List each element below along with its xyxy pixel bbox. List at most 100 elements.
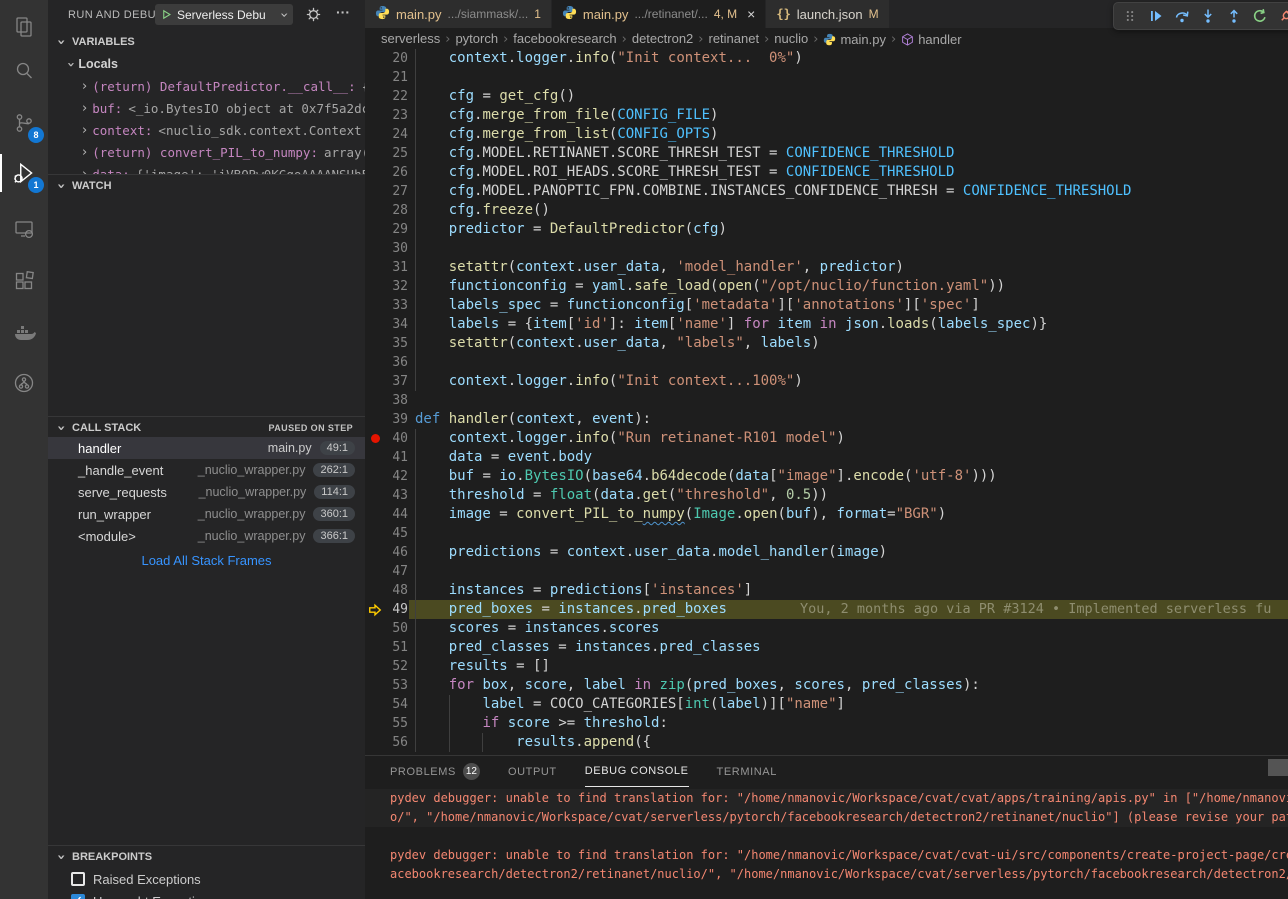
code-line-45[interactable]: 45 <box>365 524 1288 543</box>
variables-header[interactable]: › VARIABLES <box>48 31 365 53</box>
code-line-27[interactable]: 27 cfg.MODEL.PANOPTIC_FPN.COMBINE.INSTAN… <box>365 182 1288 201</box>
line-number[interactable]: 23 <box>365 106 408 125</box>
continue-icon[interactable] <box>1144 5 1168 27</box>
watch-header[interactable]: › WATCH <box>48 174 365 196</box>
line-number[interactable]: 42 <box>365 467 408 486</box>
variable-row[interactable]: ›(return) convert_PIL_to_numpy:array([[[… <box>48 141 365 163</box>
remote-explorer-icon[interactable] <box>0 205 48 253</box>
variable-row[interactable]: ›context:<nuclio_sdk.context.Context obj… <box>48 119 365 141</box>
tab-main-py-retinanet[interactable]: main.py .../retinanet/... 4, M × <box>552 0 766 28</box>
breakpoint-row[interactable]: ✓Uncaught Exceptions <box>48 890 365 899</box>
debug-config-dropdown[interactable]: Serverless Debu › <box>155 4 293 25</box>
code-line-26[interactable]: 26 cfg.MODEL.ROI_HEADS.SCORE_THRESH_TEST… <box>365 163 1288 182</box>
line-number[interactable]: 24 <box>365 125 408 144</box>
tab-main-py-siammask[interactable]: main.py .../siammask/... 1 <box>365 0 552 28</box>
code-line-33[interactable]: 33 labels_spec = functionconfig['metadat… <box>365 296 1288 315</box>
line-number[interactable]: 25 <box>365 144 408 163</box>
code-line-40[interactable]: 40 context.logger.info("Run retinanet-R1… <box>365 429 1288 448</box>
drag-handle[interactable] <box>1118 5 1142 27</box>
gear-icon[interactable] <box>306 7 321 27</box>
close-icon[interactable]: × <box>747 6 755 22</box>
step-out-icon[interactable] <box>1222 5 1246 27</box>
code-line-30[interactable]: 30 <box>365 239 1288 258</box>
line-number[interactable]: 46 <box>365 543 408 562</box>
code-line-44[interactable]: 44 image = convert_PIL_to_numpy(Image.op… <box>365 505 1288 524</box>
line-number[interactable]: 43 <box>365 486 408 505</box>
breadcrumb-item[interactable]: pytorch <box>455 31 498 46</box>
code-line-54[interactable]: 54 label = COCO_CATEGORIES[int(label)]["… <box>365 695 1288 714</box>
line-number[interactable]: 54 <box>365 695 408 714</box>
docker-icon[interactable] <box>0 309 48 357</box>
code-line-38[interactable]: 38 <box>365 391 1288 410</box>
stack-frame-row[interactable]: _handle_event_nuclio_wrapper.py262:1 <box>48 459 365 481</box>
breadcrumb-symbol[interactable]: handler <box>901 32 961 47</box>
line-number[interactable]: 45 <box>365 524 408 543</box>
stack-frame-row[interactable]: <module>_nuclio_wrapper.py366:1 <box>48 525 365 547</box>
disconnect-icon[interactable] <box>1274 5 1288 27</box>
line-number[interactable]: 50 <box>365 619 408 638</box>
code-line-37[interactable]: 37 context.logger.info("Init context...1… <box>365 372 1288 391</box>
code-line-51[interactable]: 51 pred_classes = instances.pred_classes <box>365 638 1288 657</box>
line-number[interactable]: 52 <box>365 657 408 676</box>
stack-frame-row[interactable]: handlermain.py49:1 <box>48 437 365 459</box>
code-line-46[interactable]: 46 predictions = context.user_data.model… <box>365 543 1288 562</box>
code-line-39[interactable]: 39def handler(context, event): <box>365 410 1288 429</box>
breadcrumb-item[interactable]: serverless <box>381 31 440 46</box>
code-line-56[interactable]: 56 results.append({ <box>365 733 1288 752</box>
line-number[interactable]: 37 <box>365 372 408 391</box>
step-into-icon[interactable] <box>1196 5 1220 27</box>
panel-scrollbar[interactable] <box>1268 759 1288 776</box>
breakpoint-row[interactable]: Raised Exceptions <box>48 868 365 890</box>
code-line-43[interactable]: 43 threshold = float(data.get("threshold… <box>365 486 1288 505</box>
call-stack-header[interactable]: › CALL STACK PAUSED ON STEP <box>48 416 365 438</box>
code-line-22[interactable]: 22 cfg = get_cfg() <box>365 87 1288 106</box>
source-control-icon[interactable]: 8 <box>0 99 48 147</box>
line-number[interactable]: 47 <box>365 562 408 581</box>
variable-row[interactable]: ›data:{'image': 'iVBORw0KGgoAAAANSUhE… <box>48 163 365 174</box>
tab-debug-console[interactable]: DEBUG CONSOLE <box>585 757 689 787</box>
breakpoint-icon[interactable] <box>371 434 380 443</box>
line-number[interactable]: 55 <box>365 714 408 733</box>
code-line-25[interactable]: 25 cfg.MODEL.RETINANET.SCORE_THRESH_TEST… <box>365 144 1288 163</box>
tab-problems[interactable]: PROBLEMS 12 <box>390 757 480 787</box>
code-line-42[interactable]: 42 buf = io.BytesIO(base64.b64decode(dat… <box>365 467 1288 486</box>
line-number[interactable]: 30 <box>365 239 408 258</box>
code-line-29[interactable]: 29 predictor = DefaultPredictor(cfg) <box>365 220 1288 239</box>
code-line-50[interactable]: 50 scores = instances.scores <box>365 619 1288 638</box>
tab-launch-json[interactable]: {} launch.json M <box>766 0 889 28</box>
breadcrumb-item[interactable]: nuclio <box>774 31 808 46</box>
variable-row[interactable]: ›(return) DefaultPredictor.__call__:{'in… <box>48 75 365 97</box>
code-line-52[interactable]: 52 results = [] <box>365 657 1288 676</box>
line-number[interactable]: 29 <box>365 220 408 239</box>
line-number[interactable]: 44 <box>365 505 408 524</box>
tab-output[interactable]: OUTPUT <box>508 757 557 787</box>
git-graph-icon[interactable] <box>0 359 48 407</box>
line-number[interactable]: 35 <box>365 334 408 353</box>
line-number[interactable]: 41 <box>365 448 408 467</box>
breadcrumb-item[interactable]: retinanet <box>708 31 759 46</box>
line-number[interactable]: 39 <box>365 410 408 429</box>
run-and-debug-icon[interactable]: 1 <box>0 149 48 197</box>
more-actions-icon[interactable]: ··· <box>336 4 350 20</box>
code-line-55[interactable]: 55 if score >= threshold: <box>365 714 1288 733</box>
code-line-21[interactable]: 21 <box>365 68 1288 87</box>
code-line-41[interactable]: 41 data = event.body <box>365 448 1288 467</box>
code-line-48[interactable]: 48 instances = predictions['instances'] <box>365 581 1288 600</box>
search-icon[interactable] <box>0 47 48 95</box>
code-line-28[interactable]: 28 cfg.freeze() <box>365 201 1288 220</box>
code-line-23[interactable]: 23 cfg.merge_from_file(CONFIG_FILE) <box>365 106 1288 125</box>
line-number[interactable]: 33 <box>365 296 408 315</box>
code-line-49[interactable]: 49 pred_boxes = instances.pred_boxesYou,… <box>365 600 1288 619</box>
line-number[interactable]: 26 <box>365 163 408 182</box>
line-number[interactable]: 28 <box>365 201 408 220</box>
line-number[interactable]: 21 <box>365 68 408 87</box>
load-all-stack-frames-link[interactable]: Load All Stack Frames <box>48 549 365 571</box>
line-number[interactable]: 56 <box>365 733 408 752</box>
stack-frame-row[interactable]: serve_requests_nuclio_wrapper.py114:1 <box>48 481 365 503</box>
breakpoints-header[interactable]: › BREAKPOINTS <box>48 845 365 867</box>
code-line-35[interactable]: 35 setattr(context.user_data, "labels", … <box>365 334 1288 353</box>
tab-terminal[interactable]: TERMINAL <box>717 757 777 787</box>
line-number[interactable]: 53 <box>365 676 408 695</box>
stack-frame-row[interactable]: run_wrapper_nuclio_wrapper.py360:1 <box>48 503 365 525</box>
line-number[interactable]: 48 <box>365 581 408 600</box>
